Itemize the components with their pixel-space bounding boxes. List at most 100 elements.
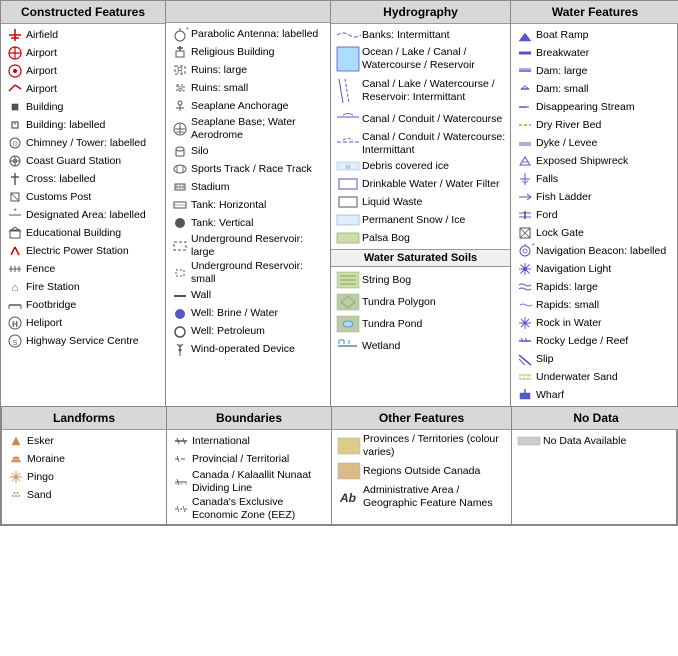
tundra-poly-icon [334,292,362,312]
ford-icon [514,207,536,223]
rapids-large-label: Rapids: large [536,281,598,294]
svg-text:H: H [12,320,18,329]
list-item: Tundra Polygon [334,291,507,313]
seaplane-base-icon [169,121,191,137]
canada-kala-icon [170,474,192,490]
list-item: Falls [514,170,676,188]
chimney-icon: ⊙ [4,135,26,151]
list-item: Fish Ladder [514,188,676,206]
dry-river-label: Dry River Bed [536,119,601,132]
list-item: Pingo [5,468,163,486]
underground-small-icon [169,265,191,281]
list-item: ⊙ Chimney / Tower: labelled [4,134,162,152]
drinkable-label: Drinkable Water / Water Filter [362,178,500,191]
list-item: Well: Brine / Water [169,305,327,323]
list-item: * Parabolic Antenna: labelled [169,25,327,43]
palsa-bog-label: Palsa Bog [362,232,410,245]
lock-gate-icon [514,225,536,241]
stadium-icon [169,179,191,195]
list-item: Electric Power Station [4,242,162,260]
list-item: Well: Petroleum [169,323,327,341]
no-data-available-label: No Data Available [543,435,626,448]
boat-ramp-label: Boat Ramp [536,29,589,42]
list-item: Ocean / Lake / Canal / Watercourse / Res… [334,44,507,74]
string-bog-label: String Bog [362,274,411,287]
liquid-waste-label: Liquid Waste [362,196,422,209]
airport1-icon [4,45,26,61]
canal-conduit-inter-label: Canal / Conduit / Watercourse: Intermitt… [362,131,507,156]
highway-service-icon: S [4,333,26,349]
canal-conduit-icon [334,109,362,129]
rocky-ledge-icon [514,333,536,349]
ford-label: Ford [536,209,558,222]
heliport-icon: H [4,315,26,331]
list-item: Drinkable Water / Water Filter [334,175,507,193]
airfield-icon [4,27,26,43]
boat-ramp-icon [514,27,536,43]
underground-small-label: Underground Reservoir: small [191,260,327,285]
sand-icon [5,487,27,503]
seaplane-anchor-label: Seaplane Anchorage [191,100,289,113]
falls-icon [514,171,536,187]
sports-track-label: Sports Track / Race Track [191,163,312,176]
list-item: * Building: labelled [4,116,162,134]
building-label: Building [26,101,63,114]
list-item: Coast Guard Station [4,152,162,170]
list-item: Rapids: small [514,296,676,314]
admin-area-icon: Ab [335,489,363,505]
disappearing-stream-icon [514,99,536,115]
list-item: /// Debris covered ice [334,157,507,175]
list-item: Seaplane Anchorage [169,97,327,115]
fence-label: Fence [26,263,55,276]
ocean-lake-icon [334,45,362,73]
airport3-icon [4,81,26,97]
esker-icon [5,433,27,449]
breakwater-icon [514,45,536,61]
moraine-label: Moraine [27,453,65,466]
well-brine-label: Well: Brine / Water [191,307,278,320]
palsa-bog-icon [334,230,362,246]
chimney-label: Chimney / Tower: labelled [26,137,146,150]
well-petro-icon [169,324,191,340]
canal-inter-label: Canal / Lake / Watercourse / Reservoir: … [362,78,507,103]
list-item: Exposed Shipwreck [514,152,676,170]
fence-icon [4,261,26,277]
list-item: Canada's Exclusive Economic Zone (EEZ) [170,495,328,522]
religious-label: Religious Building [191,46,274,59]
list-item: Airport [4,80,162,98]
well-brine-icon [169,306,191,322]
dam-small-label: Dam: small [536,83,589,96]
fish-ladder-label: Fish Ladder [536,191,591,204]
underground-large-label: Underground Reservoir: large [191,233,327,258]
water-saturated-header: Water Saturated Soils [331,249,510,267]
list-item: Footbridge [4,296,162,314]
banks-label: Banks: Intermittant [362,29,450,42]
list-item: Underground Reservoir: small [169,259,327,286]
list-item: Provinces / Territories (colour varies) [335,432,508,459]
underwater-sand-label: Underwater Sand [536,371,618,384]
list-item: Underwater Sand [514,368,676,386]
fire-station-icon: ⌂ [4,279,26,295]
list-item: Permanent Snow / Ice [334,211,507,229]
sand-label: Sand [27,489,52,502]
list-item: Cross: labelled [4,170,162,188]
list-item: String Bog [334,269,507,291]
underwater-sand-icon [514,369,536,385]
svg-text:R: R [177,66,183,75]
wind-device-icon [169,342,191,358]
list-item: Palsa Bog [334,229,507,247]
debris-ice-icon: /// [334,158,362,174]
list-item: Dam: small [514,80,676,98]
wall-label: Wall [191,289,211,302]
tank-h-icon [169,197,191,213]
parabolic-icon: * [169,26,191,42]
perm-snow-label: Permanent Snow / Ice [362,214,465,227]
list-item: Canal / Lake / Watercourse / Reservoir: … [334,74,507,108]
wetland-icon [334,336,362,356]
rock-water-icon [514,315,536,331]
svg-text:*: * [186,27,189,34]
list-item: Breakwater [514,44,676,62]
banks-icon [334,27,362,43]
ruins-large-label: Ruins: large [191,64,247,77]
electric-label: Electric Power Station [26,245,129,258]
